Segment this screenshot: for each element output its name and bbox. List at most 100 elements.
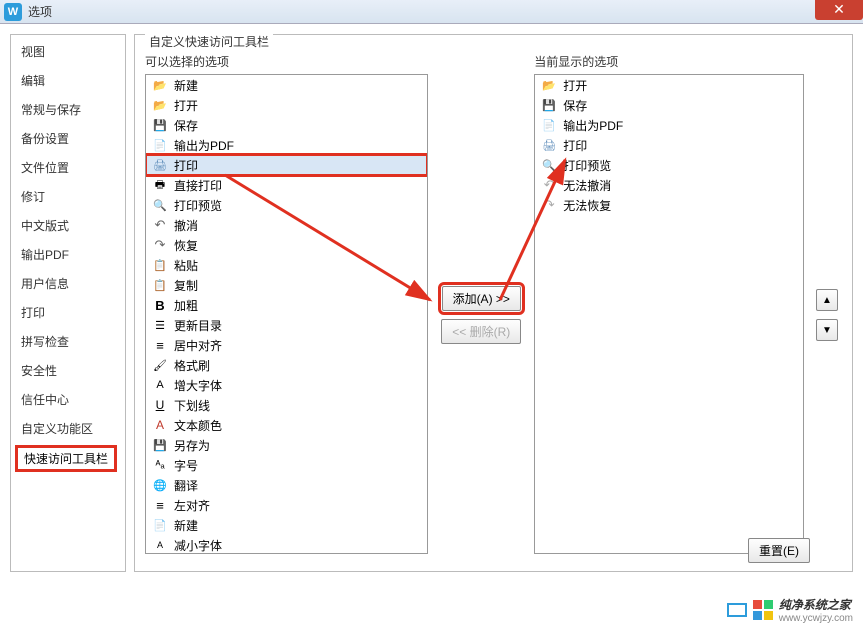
fontcolor-icon xyxy=(152,417,168,433)
list-item-label: 保存 xyxy=(563,97,587,114)
list-item[interactable]: 减小字体 xyxy=(146,535,427,554)
reorder-controls: ▲ ▼ xyxy=(812,53,842,577)
list-item-label: 文本颜色 xyxy=(174,417,222,434)
panel-title: 自定义快速访问工具栏 xyxy=(145,33,273,50)
main-content: 视图编辑常规与保存备份设置文件位置修订中文版式输出PDF用户信息打印拼写检查安全… xyxy=(0,24,863,582)
reset-button[interactable]: 重置(E) xyxy=(748,538,810,563)
move-down-button[interactable]: ▼ xyxy=(816,319,838,341)
sidebar-item[interactable]: 视图 xyxy=(11,37,125,66)
list-item[interactable]: 打印 xyxy=(146,155,427,175)
list-item[interactable]: 格式刷 xyxy=(146,355,427,375)
brush-icon xyxy=(152,357,168,373)
sidebar-item[interactable]: 常规与保存 xyxy=(11,95,125,124)
sidebar-item-quick-access[interactable]: 快速访问工具栏 xyxy=(15,445,117,472)
sidebar-item[interactable]: 拼写检查 xyxy=(11,327,125,356)
list-item-label: 直接打印 xyxy=(174,177,222,194)
list-item[interactable]: 字号 xyxy=(146,455,427,475)
sidebar-item[interactable]: 自定义功能区 xyxy=(11,414,125,443)
list-item[interactable]: 打开 xyxy=(146,95,427,115)
save-icon xyxy=(152,117,168,133)
titlebar: W 选项 ✕ xyxy=(0,0,863,24)
list-item-label: 加粗 xyxy=(174,297,198,314)
app-icon: W xyxy=(4,3,22,21)
watermark-text: 纯净系统之家 xyxy=(779,596,853,613)
pdf-icon xyxy=(152,137,168,153)
sidebar-item[interactable]: 修订 xyxy=(11,182,125,211)
available-listbox[interactable]: 新建打开保存输出为PDF打印直接打印打印预览撤消恢复粘贴复制加粗更新目录居中对齐… xyxy=(145,74,428,554)
close-button[interactable]: ✕ xyxy=(815,0,863,20)
undo-icon xyxy=(152,217,168,233)
sidebar-item[interactable]: 输出PDF xyxy=(11,240,125,269)
list-item-label: 打印 xyxy=(174,157,198,174)
list-item[interactable]: 打印预览 xyxy=(535,155,803,175)
list-item-label: 另存为 xyxy=(174,437,210,454)
list-item[interactable]: 输出为PDF xyxy=(535,115,803,135)
sidebar-item[interactable]: 用户信息 xyxy=(11,269,125,298)
watermark-url: www.ycwjzy.com xyxy=(779,613,853,624)
list-item-label: 翻译 xyxy=(174,477,198,494)
watermark: 纯净系统之家 www.ycwjzy.com xyxy=(727,596,853,624)
list-item[interactable]: 打印预览 xyxy=(146,195,427,215)
list-item[interactable]: 打印 xyxy=(535,135,803,155)
list-item-label: 打开 xyxy=(563,77,587,94)
folder-icon xyxy=(152,77,168,93)
current-label: 当前显示的选项 xyxy=(534,53,804,70)
open-icon xyxy=(152,97,168,113)
list-item[interactable]: 直接打印 xyxy=(146,175,427,195)
sidebar-item[interactable]: 打印 xyxy=(11,298,125,327)
noundo-icon xyxy=(541,177,557,193)
sidebar-item[interactable]: 编辑 xyxy=(11,66,125,95)
open-icon xyxy=(541,77,557,93)
list-item[interactable]: 新建 xyxy=(146,75,427,95)
list-item[interactable]: 下划线 xyxy=(146,395,427,415)
window-title: 选项 xyxy=(28,3,52,20)
list-item[interactable]: 撤消 xyxy=(146,215,427,235)
list-item[interactable]: 恢复 xyxy=(146,235,427,255)
list-item[interactable]: 打开 xyxy=(535,75,803,95)
transfer-buttons: 添加(A) >> << 删除(R) xyxy=(436,53,526,577)
list-item[interactable]: 新建 xyxy=(146,515,427,535)
list-item-label: 新建 xyxy=(174,77,198,94)
center-icon xyxy=(152,337,168,353)
pdf-icon xyxy=(541,117,557,133)
list-item[interactable]: 输出为PDF xyxy=(146,135,427,155)
list-item[interactable]: 无法撤消 xyxy=(535,175,803,195)
toc-icon xyxy=(152,317,168,333)
list-item[interactable]: 增大字体 xyxy=(146,375,427,395)
sidebar-item[interactable]: 中文版式 xyxy=(11,211,125,240)
new-icon xyxy=(152,517,168,533)
list-item[interactable]: 无法恢复 xyxy=(535,195,803,215)
sidebar-item[interactable]: 备份设置 xyxy=(11,124,125,153)
sidebar-item[interactable]: 信任中心 xyxy=(11,385,125,414)
noredo-icon xyxy=(541,197,557,213)
list-item[interactable]: 左对齐 xyxy=(146,495,427,515)
fontsize-icon xyxy=(152,457,168,473)
list-item[interactable]: 翻译 xyxy=(146,475,427,495)
list-item-label: 格式刷 xyxy=(174,357,210,374)
list-item-label: 输出为PDF xyxy=(563,117,623,134)
move-up-button[interactable]: ▲ xyxy=(816,289,838,311)
list-item[interactable]: 文本颜色 xyxy=(146,415,427,435)
list-item[interactable]: 复制 xyxy=(146,275,427,295)
fontdown-icon xyxy=(152,537,168,553)
list-item[interactable]: 更新目录 xyxy=(146,315,427,335)
print-icon xyxy=(152,157,168,173)
list-item-label: 字号 xyxy=(174,457,198,474)
current-listbox[interactable]: 打开保存输出为PDF打印打印预览无法撤消无法恢复 xyxy=(534,74,804,554)
sidebar-item[interactable]: 安全性 xyxy=(11,356,125,385)
list-item-label: 输出为PDF xyxy=(174,137,234,154)
remove-button[interactable]: << 删除(R) xyxy=(441,319,521,344)
list-item[interactable]: 粘贴 xyxy=(146,255,427,275)
list-item[interactable]: 居中对齐 xyxy=(146,335,427,355)
list-item[interactable]: 保存 xyxy=(146,115,427,135)
list-item[interactable]: 另存为 xyxy=(146,435,427,455)
list-item[interactable]: 加粗 xyxy=(146,295,427,315)
add-button[interactable]: 添加(A) >> xyxy=(442,286,521,311)
printdirect-icon xyxy=(152,177,168,193)
list-item-label: 撤消 xyxy=(174,217,198,234)
list-item[interactable]: 保存 xyxy=(535,95,803,115)
translate-icon xyxy=(152,477,168,493)
left-icon xyxy=(152,497,168,513)
sidebar-item[interactable]: 文件位置 xyxy=(11,153,125,182)
preview-icon xyxy=(152,197,168,213)
